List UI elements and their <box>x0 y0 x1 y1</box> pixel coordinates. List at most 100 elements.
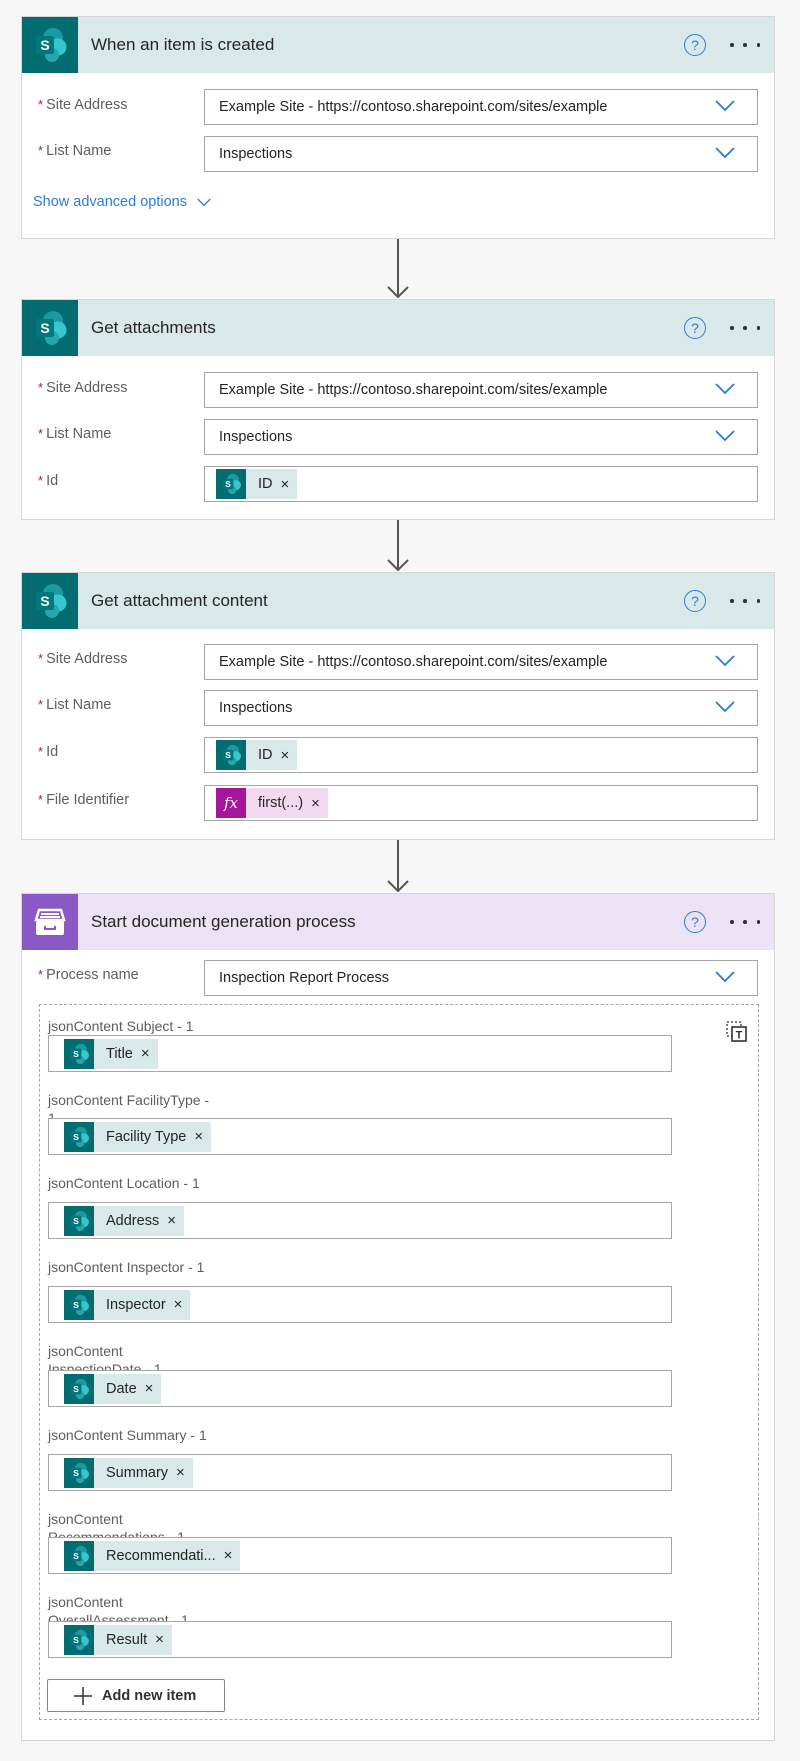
more-options-icon[interactable] <box>730 318 760 338</box>
function-icon: fx <box>216 788 246 818</box>
sharepoint-icon <box>22 573 78 629</box>
action-card-get-attachments[interactable]: Get attachments ? * Site Address Example … <box>21 299 775 520</box>
chevron-down-icon[interactable] <box>715 145 735 161</box>
remove-token-icon[interactable]: × <box>145 1380 154 1397</box>
field-label-id: * Id <box>38 473 59 489</box>
json-item-input[interactable]: Date × <box>48 1370 672 1407</box>
expression-token[interactable]: fx first(...) × <box>216 788 328 818</box>
help-icon[interactable]: ? <box>684 590 706 612</box>
field-label-id: * Id <box>38 744 59 760</box>
json-item-input[interactable]: Address × <box>48 1202 672 1239</box>
arrow-down-icon <box>387 880 409 892</box>
json-item-label: jsonContent Inspector - 1 <box>48 1259 205 1275</box>
sharepoint-icon <box>64 1373 94 1404</box>
help-icon[interactable]: ? <box>684 34 706 56</box>
remove-token-icon[interactable]: × <box>174 1296 183 1313</box>
remove-token-icon[interactable]: × <box>281 476 290 493</box>
remove-token-icon[interactable]: × <box>141 1045 150 1062</box>
action-card-start-document-generation[interactable]: Start document generation process ? * Pro… <box>21 893 775 1741</box>
card-title: Get attachment content <box>91 591 268 610</box>
sharepoint-icon <box>64 1205 94 1236</box>
dynamic-content-token[interactable]: Facility Type × <box>64 1121 212 1152</box>
sharepoint-icon <box>64 1289 94 1320</box>
field-label-process-name: * Process name <box>38 967 139 983</box>
sharepoint-icon <box>64 1121 94 1152</box>
json-item-label: jsonContent Subject - 1 <box>48 1018 194 1034</box>
sharepoint-icon <box>216 469 246 499</box>
site-address-dropdown[interactable]: Example Site - https://contoso.sharepoin… <box>204 89 758 125</box>
sharepoint-icon <box>64 1457 94 1488</box>
remove-token-icon[interactable]: × <box>194 1128 203 1145</box>
field-label-site-address: * Site Address <box>38 97 128 113</box>
dynamic-content-token[interactable]: Recommendati... × <box>64 1540 241 1571</box>
plus-icon <box>74 1686 92 1705</box>
arrow-down-icon <box>387 559 409 571</box>
site-address-dropdown[interactable]: Example Site - https://contoso.sharepoin… <box>204 644 758 680</box>
chevron-down-icon[interactable] <box>715 428 735 444</box>
file-identifier-input[interactable]: fx first(...) × <box>204 785 758 821</box>
remove-token-icon[interactable]: × <box>155 1631 164 1648</box>
remove-token-icon[interactable]: × <box>167 1212 176 1229</box>
field-label-list-name: * List Name <box>38 697 112 713</box>
id-input[interactable]: ID × <box>204 466 758 502</box>
field-label-list-name: * List Name <box>38 143 112 159</box>
remove-token-icon[interactable]: × <box>176 1464 185 1481</box>
chevron-down-icon[interactable] <box>715 969 735 985</box>
dynamic-content-token[interactable]: ID × <box>216 740 298 770</box>
card-header[interactable]: Start document generation process ? <box>22 894 774 950</box>
field-label-file-identifier: * File Identifier <box>38 792 130 808</box>
more-options-icon[interactable] <box>730 912 760 932</box>
card-title: Get attachments <box>91 318 216 337</box>
json-item-label: jsonContent Summary - 1 <box>48 1427 207 1443</box>
svg-text:T: T <box>736 1030 743 1042</box>
json-item-input[interactable]: Result × <box>48 1621 672 1658</box>
list-name-dropdown[interactable]: Inspections <box>204 690 758 726</box>
sharepoint-icon <box>216 740 246 770</box>
chevron-down-icon[interactable] <box>715 98 735 114</box>
dynamic-content-token[interactable]: Result × <box>64 1624 172 1655</box>
field-label-site-address: * Site Address <box>38 651 128 667</box>
more-options-icon[interactable] <box>730 35 760 55</box>
remove-token-icon[interactable]: × <box>281 747 290 764</box>
help-icon[interactable]: ? <box>684 317 706 339</box>
more-options-icon[interactable] <box>730 591 760 611</box>
json-content-array: T jsonContent Subject - 1 Title × jsonCon… <box>39 1004 759 1720</box>
sharepoint-icon <box>22 300 78 356</box>
dynamic-content-token[interactable]: Summary × <box>64 1457 193 1488</box>
process-name-dropdown[interactable]: Inspection Report Process <box>204 960 758 996</box>
chevron-down-icon[interactable] <box>715 381 735 397</box>
dynamic-content-token[interactable]: ID × <box>216 469 298 499</box>
site-address-dropdown[interactable]: Example Site - https://contoso.sharepoin… <box>204 372 758 408</box>
remove-token-icon[interactable]: × <box>311 795 320 812</box>
card-header[interactable]: When an item is created ? <box>22 17 774 73</box>
sharepoint-icon <box>22 17 78 73</box>
help-icon[interactable]: ? <box>684 911 706 933</box>
json-item-input[interactable]: Title × <box>48 1035 672 1072</box>
dynamic-content-token[interactable]: Address × <box>64 1205 184 1236</box>
card-header[interactable]: Get attachments ? <box>22 300 774 356</box>
trigger-card-when-item-created[interactable]: When an item is created ? * Site Address … <box>21 16 775 239</box>
arrow-down-icon <box>387 286 409 298</box>
field-label-site-address: * Site Address <box>38 380 128 396</box>
list-name-dropdown[interactable]: Inspections <box>204 419 758 455</box>
json-item-input[interactable]: Recommendati... × <box>48 1537 672 1574</box>
card-header[interactable]: Get attachment content ? <box>22 573 774 629</box>
add-new-item-button[interactable]: Add new item <box>47 1679 225 1712</box>
switch-to-text-mode-icon[interactable]: T <box>726 1021 748 1043</box>
dynamic-content-token[interactable]: Title × <box>64 1038 158 1069</box>
list-name-dropdown[interactable]: Inspections <box>204 136 758 172</box>
json-item-input[interactable]: Facility Type × <box>48 1118 672 1155</box>
id-input[interactable]: ID × <box>204 737 758 773</box>
card-title: Start document generation process <box>91 912 356 931</box>
json-item-input[interactable]: Inspector × <box>48 1286 672 1323</box>
show-advanced-options-link[interactable]: Show advanced options <box>33 194 211 210</box>
chevron-down-icon[interactable] <box>715 699 735 715</box>
remove-token-icon[interactable]: × <box>224 1547 233 1564</box>
json-item-label: jsonContent Location - 1 <box>48 1175 200 1191</box>
action-card-get-attachment-content[interactable]: Get attachment content ? * Site Address E… <box>21 572 775 840</box>
dynamic-content-token[interactable]: Date × <box>64 1373 162 1404</box>
json-item-input[interactable]: Summary × <box>48 1454 672 1491</box>
dynamic-content-token[interactable]: Inspector × <box>64 1289 191 1320</box>
card-title: When an item is created <box>91 35 275 54</box>
chevron-down-icon[interactable] <box>715 653 735 669</box>
